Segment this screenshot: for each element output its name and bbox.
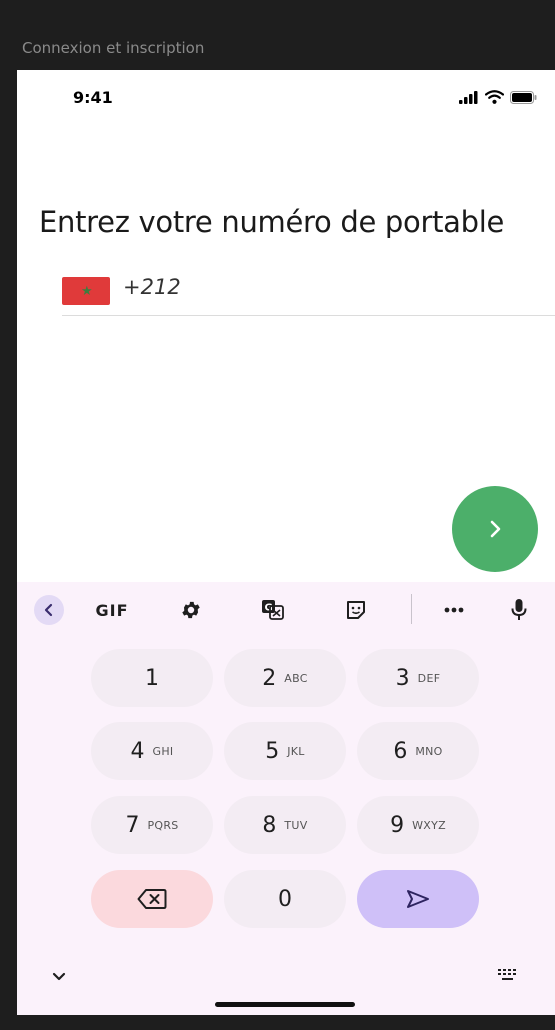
key-5[interactable]: 5 JKL [224, 722, 346, 780]
toolbar-divider [411, 594, 412, 624]
keyboard-toolbar: GIF G [17, 582, 555, 638]
phone-screen: 9:41 Entrez votre numéro de portable ★ +… [17, 70, 555, 1015]
key-digit: 0 [278, 886, 292, 912]
numeric-keyboard: GIF G 1 2 ABC 3 DEF 4 GHI 5 JKL 6 MNO 7 … [17, 582, 555, 1015]
page-title: Entrez votre numéro de portable [39, 205, 505, 239]
key-digit: 3 [395, 665, 410, 691]
key-letters: DEF [417, 671, 441, 685]
svg-text:G: G [265, 603, 273, 614]
backspace-icon [137, 889, 167, 909]
key-0[interactable]: 0 [224, 870, 346, 928]
key-9[interactable]: 9 WXYZ [357, 796, 479, 854]
key-1[interactable]: 1 [91, 649, 213, 707]
key-letters: ABC [284, 671, 308, 685]
key-letters: JKL [287, 744, 305, 758]
key-letters: GHI [152, 744, 174, 758]
back-icon[interactable] [34, 595, 64, 625]
gif-button[interactable]: GIF [95, 596, 129, 624]
key-digit: 1 [145, 665, 159, 691]
signal-icon [459, 91, 478, 104]
status-time: 9:41 [73, 88, 113, 107]
star-icon: ★ [81, 283, 93, 298]
key-letters: TUV [284, 818, 308, 832]
settings-icon[interactable] [177, 596, 205, 624]
sticker-icon[interactable] [342, 596, 370, 624]
send-key[interactable] [357, 870, 479, 928]
key-3[interactable]: 3 DEF [357, 649, 479, 707]
key-digit: 7 [125, 812, 140, 838]
phone-number-field[interactable]: ★ +212 [62, 273, 555, 316]
keyboard-switch-icon[interactable] [497, 967, 519, 988]
delete-key[interactable] [91, 870, 213, 928]
home-indicator[interactable] [215, 1002, 355, 1007]
key-letters: PQRS [147, 818, 179, 832]
translate-icon[interactable]: G [259, 596, 287, 624]
key-digit: 4 [130, 738, 145, 764]
key-digit: 5 [265, 738, 280, 764]
key-digit: 8 [262, 812, 277, 838]
next-button[interactable] [452, 486, 538, 572]
key-digit: 2 [262, 665, 277, 691]
key-digit: 9 [390, 812, 405, 838]
key-8[interactable]: 8 TUV [224, 796, 346, 854]
key-letters: WXYZ [412, 818, 446, 832]
window-title: Connexion et inscription [22, 39, 205, 57]
battery-icon [510, 91, 537, 104]
collapse-keyboard-icon[interactable] [51, 970, 67, 988]
status-icons [459, 90, 537, 104]
morocco-flag-icon[interactable]: ★ [62, 277, 110, 305]
chevron-right-icon [490, 520, 501, 538]
key-digit: 6 [393, 738, 408, 764]
microphone-icon[interactable] [507, 596, 531, 624]
key-2[interactable]: 2 ABC [224, 649, 346, 707]
key-6[interactable]: 6 MNO [357, 722, 479, 780]
key-7[interactable]: 7 PQRS [91, 796, 213, 854]
key-4[interactable]: 4 GHI [91, 722, 213, 780]
dial-code: +212 [123, 275, 181, 299]
wifi-icon [485, 90, 504, 104]
send-icon [407, 890, 429, 908]
key-letters: MNO [415, 744, 443, 758]
more-icon[interactable] [440, 596, 468, 624]
